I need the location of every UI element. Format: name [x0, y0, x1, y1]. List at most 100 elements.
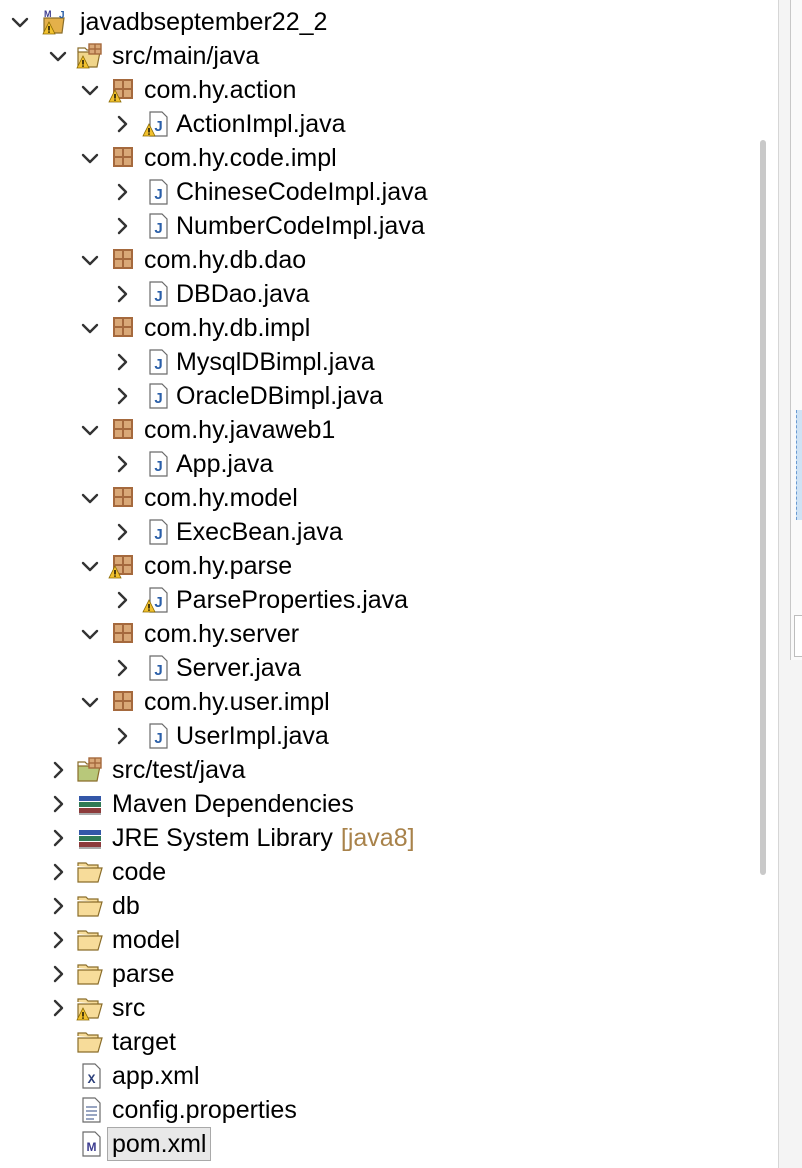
tree-row[interactable]: config.properties — [0, 1093, 740, 1127]
chevron-right-icon[interactable] — [46, 996, 70, 1020]
folder-icon — [77, 862, 103, 883]
java-file-icon: J — [149, 519, 168, 545]
tree-row[interactable]: com.hy.action — [0, 73, 740, 107]
tree-item-label: com.hy.code.impl — [144, 144, 337, 172]
chevron-right-icon[interactable] — [110, 588, 134, 612]
java-file-icon: J — [149, 655, 168, 681]
tree-row[interactable]: com.hy.javaweb1 — [0, 413, 740, 447]
tree-row[interactable]: J ChineseCodeImpl.java — [0, 175, 740, 209]
chevron-down-icon[interactable] — [78, 486, 102, 510]
chevron-right-icon[interactable] — [110, 520, 134, 544]
chevron-right-icon[interactable] — [110, 350, 134, 374]
tree-item-label: app.xml — [112, 1062, 200, 1090]
tree-row[interactable]: J ParseProperties.java — [0, 583, 740, 617]
java-file-icon: J — [149, 723, 168, 749]
vertical-scrollbar-thumb[interactable] — [760, 140, 766, 875]
package-icon — [113, 487, 133, 507]
chevron-right-icon[interactable] — [46, 826, 70, 850]
svg-text:J: J — [154, 526, 162, 543]
chevron-right-icon[interactable] — [46, 792, 70, 816]
java-file-icon: J — [149, 349, 168, 375]
folder-icon — [77, 930, 103, 951]
tree-row[interactable]: com.hy.user.impl — [0, 685, 740, 719]
tree-item-label: Server.java — [176, 654, 302, 682]
project-explorer-tree: M Jjavadbseptember22_2 src/main/java com.hy… — [0, 0, 760, 1168]
tree-row[interactable]: M Jjavadbseptember22_2 — [0, 5, 740, 39]
folder-icon — [76, 998, 103, 1021]
chevron-right-icon[interactable] — [46, 928, 70, 952]
chevron-down-icon[interactable] — [78, 316, 102, 340]
tree-row[interactable]: JRE System Library [java8] — [0, 821, 740, 855]
svg-text:J: J — [154, 390, 162, 407]
chevron-right-icon[interactable] — [110, 656, 134, 680]
tree-item-label: ExecBean.java — [176, 518, 343, 546]
tree-row[interactable]: J DBDao.java — [0, 277, 740, 311]
chevron-down-icon[interactable] — [46, 44, 70, 68]
tree-row[interactable]: com.hy.code.impl — [0, 141, 740, 175]
chevron-right-icon[interactable] — [110, 452, 134, 476]
chevron-down-icon[interactable] — [78, 554, 102, 578]
tree-item-label: ActionImpl.java — [176, 110, 346, 138]
chevron-right-icon[interactable] — [46, 758, 70, 782]
tree-row[interactable]: J Server.java — [0, 651, 740, 685]
tree-row[interactable]: J ActionImpl.java — [0, 107, 740, 141]
chevron-down-icon[interactable] — [78, 146, 102, 170]
tree-item-label: ChineseCodeImpl.java — [176, 178, 428, 206]
chevron-right-icon[interactable] — [110, 384, 134, 408]
chevron-right-icon[interactable] — [110, 214, 134, 238]
chevron-right-icon[interactable] — [110, 180, 134, 204]
tree-row[interactable]: model — [0, 923, 740, 957]
tree-row[interactable]: src/main/java — [0, 39, 740, 73]
tree-row[interactable]: db — [0, 889, 740, 923]
tree-row[interactable]: Maven Dependencies — [0, 787, 740, 821]
folder-icon — [77, 896, 103, 917]
chevron-right-icon[interactable] — [46, 894, 70, 918]
tree-item-label: src — [112, 994, 146, 1022]
java-file-icon: J — [149, 213, 168, 239]
tree-row[interactable]: J ExecBean.java — [0, 515, 740, 549]
tree-row[interactable]: J OracleDBimpl.java — [0, 379, 740, 413]
package-icon — [113, 691, 133, 711]
chevron-right-icon[interactable] — [46, 860, 70, 884]
tree-row[interactable]: Xapp.xml — [0, 1059, 740, 1093]
tree-item-label: App.java — [176, 450, 274, 478]
library-icon — [79, 796, 101, 815]
tree-row[interactable]: com.hy.db.dao — [0, 243, 740, 277]
tree-item-label: UserImpl.java — [176, 722, 329, 750]
package-icon — [113, 419, 133, 439]
tree-row[interactable]: J App.java — [0, 447, 740, 481]
tree-item-label: src/test/java — [112, 756, 246, 784]
maven-java-project-icon: MJ — [42, 9, 65, 35]
tree-row[interactable]: src — [0, 991, 740, 1025]
tree-row[interactable]: com.hy.parse — [0, 549, 740, 583]
chevron-down-icon[interactable] — [78, 248, 102, 272]
tree-row[interactable]: com.hy.db.impl — [0, 311, 740, 345]
svg-text:M: M — [87, 1140, 97, 1154]
tree-row[interactable]: code — [0, 855, 740, 889]
chevron-down-icon[interactable] — [78, 622, 102, 646]
tree-row[interactable]: J UserImpl.java — [0, 719, 740, 753]
tree-row[interactable]: com.hy.model — [0, 481, 740, 515]
chevron-down-icon[interactable] — [78, 690, 102, 714]
tree-item-label: config.properties — [112, 1096, 297, 1124]
tree-row[interactable]: src/test/java — [0, 753, 740, 787]
library-icon — [79, 830, 101, 849]
svg-text:J: J — [154, 730, 162, 747]
tree-row[interactable]: parse — [0, 957, 740, 991]
chevron-right-icon[interactable] — [110, 282, 134, 306]
tree-item-label: db — [112, 892, 140, 920]
tree-row[interactable]: J MysqlDBimpl.java — [0, 345, 740, 379]
chevron-right-icon[interactable] — [46, 962, 70, 986]
chevron-down-icon[interactable] — [78, 418, 102, 442]
tree-row[interactable]: target — [0, 1025, 740, 1059]
tree-item-label: OracleDBimpl.java — [176, 382, 384, 410]
properties-file-icon — [82, 1097, 101, 1123]
chevron-down-icon[interactable] — [8, 10, 32, 34]
tree-row[interactable]: Mpom.xml — [0, 1127, 740, 1161]
tree-item-label: code — [112, 858, 167, 886]
tree-row[interactable]: J NumberCodeImpl.java — [0, 209, 740, 243]
chevron-down-icon[interactable] — [78, 78, 102, 102]
chevron-right-icon[interactable] — [110, 724, 134, 748]
chevron-right-icon[interactable] — [110, 112, 134, 136]
tree-row[interactable]: com.hy.server — [0, 617, 740, 651]
